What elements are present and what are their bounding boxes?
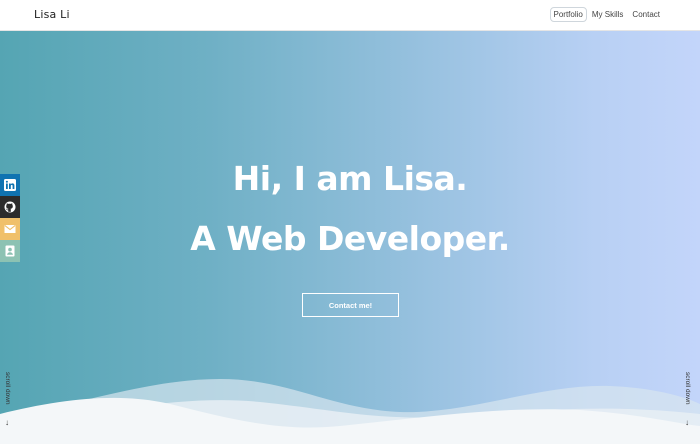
page: Lisa Li Portfolio My Skills Contact Hi, … [0, 0, 700, 444]
arrow-down-icon: ↓ [5, 418, 9, 427]
arrow-down-icon: ↓ [685, 418, 689, 427]
github-icon [4, 201, 16, 213]
linkedin-icon [4, 179, 16, 191]
nav-link-my-skills[interactable]: My Skills [591, 10, 625, 19]
navbar: Lisa Li Portfolio My Skills Contact [0, 0, 700, 31]
nav-link-portfolio[interactable]: Portfolio [549, 7, 587, 22]
hero-section: Hi, I am Lisa. A Web Developer. Contact … [0, 31, 700, 444]
nav-link-contact[interactable]: Contact [631, 10, 661, 19]
hero-greeting: Hi, I am Lisa. [232, 159, 468, 198]
brand-name[interactable]: Lisa Li [34, 8, 70, 21]
contact-me-button[interactable]: Contact me! [302, 293, 399, 317]
scroll-down-right[interactable]: scroll down ↓ [684, 372, 696, 432]
hero-waves [0, 379, 700, 444]
scroll-down-label: scroll down [684, 372, 691, 405]
scroll-down-left[interactable]: scroll down ↓ [4, 372, 16, 432]
linkedin-button[interactable] [0, 174, 20, 196]
nav-links: Portfolio My Skills Contact [549, 7, 662, 22]
contact-card-icon [5, 245, 15, 257]
social-sidebar [0, 174, 20, 262]
scroll-down-label: scroll down [4, 372, 11, 405]
contact-card-button[interactable] [0, 240, 20, 262]
email-button[interactable] [0, 218, 20, 240]
hero-role: A Web Developer. [190, 219, 510, 258]
github-button[interactable] [0, 196, 20, 218]
mail-icon [4, 224, 16, 233]
